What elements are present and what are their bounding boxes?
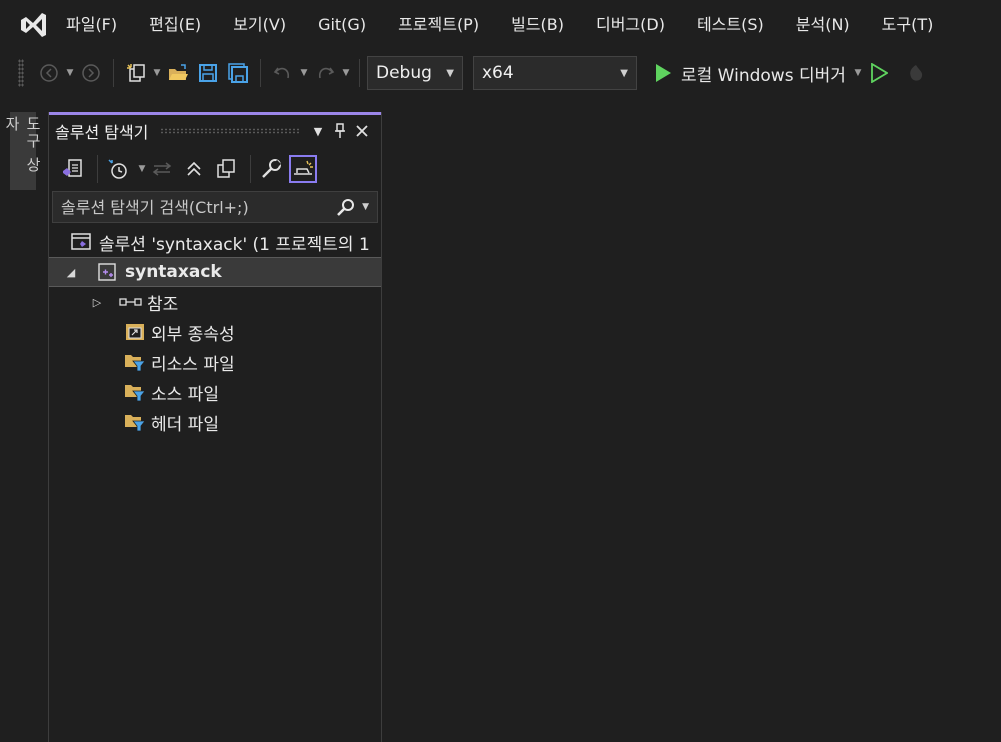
panel-title: 솔루션 탐색기 [55,123,149,142]
tree-node-external-dependencies[interactable]: 외부 종속성 [49,317,381,347]
solution-tree: 솔루션 'syntaxack' (1 프로젝트의 1 ◢ syntaxack ▷… [49,227,381,437]
menu-edit[interactable]: 편집(E) [133,0,217,50]
toolbar-grip[interactable] [18,59,24,87]
project-label: syntaxack [125,262,222,282]
save-icon[interactable] [196,61,220,85]
toolbox-tab[interactable]: 도구 상자 [3,112,42,190]
solution-explorer-search[interactable]: ▼ [52,191,378,223]
start-without-debugging-icon[interactable] [867,61,891,85]
tree-node-label: 외부 종속성 [151,324,235,345]
solution-explorer-panel: 솔루션 탐색기 ▼ ▼ 솔루션 탐색기 검색(Ctrl+;) ▼ 솔루션 'sy… [48,112,382,742]
show-all-files-icon[interactable] [212,155,240,183]
tree-node-label: 참조 [147,294,179,315]
save-all-icon[interactable] [226,61,250,85]
platform-value: x64 [482,63,514,83]
menu-git[interactable]: Git(G) [302,0,382,50]
menu-view[interactable]: 보기(V) [217,0,302,50]
solution-configuration-select[interactable]: Debug ▼ [367,56,463,90]
debug-target-dropdown-icon[interactable]: ▼ [852,61,864,85]
filter-folder-icon [123,381,147,403]
toolbar-separator [113,59,114,87]
properties-wrench-icon[interactable] [257,155,285,183]
menu-test[interactable]: 테스트(S) [681,0,780,50]
redo-dropdown-icon[interactable]: ▼ [340,61,352,85]
tree-node-references[interactable]: ▷ 참조 [49,287,381,317]
solution-platform-select[interactable]: x64 ▼ [473,56,637,90]
start-debugging-button[interactable]: 로컬 Windows 디버거 [681,61,846,86]
preview-selected-items-icon[interactable] [289,155,317,183]
titlebar-grip [160,128,299,134]
toolbox-tab-label: 도구 상자 [3,116,42,174]
open-folder-icon[interactable] [166,61,190,85]
undo-icon[interactable] [271,61,295,85]
pending-changes-dropdown-icon[interactable]: ▼ [136,157,148,181]
solution-node[interactable]: 솔루션 'syntaxack' (1 프로젝트의 1 [49,227,381,257]
window-position-dropdown-icon[interactable]: ▼ [307,120,329,142]
standard-toolbar: ▼ ▼ ▼ ▼ Debug ▼ x64 ▼ 로컬 Windows 디버거 ▼ [0,54,1001,92]
collapsed-triangle-icon[interactable]: ▷ [89,296,105,309]
menu-build[interactable]: 빌드(B) [495,0,580,50]
tree-node-label: 소스 파일 [151,384,219,405]
menu-debug[interactable]: 디버그(D) [580,0,681,50]
pending-changes-filter-icon[interactable] [104,155,132,183]
redo-icon[interactable] [313,61,337,85]
new-project-dropdown-icon[interactable]: ▼ [151,61,163,85]
search-icon[interactable] [336,197,356,217]
external-dependencies-icon [123,321,147,343]
close-icon[interactable] [351,120,373,142]
navigate-back-icon[interactable] [37,61,61,85]
sync-with-active-document-icon[interactable] [148,155,176,183]
toolbar-separator [260,59,261,87]
tree-node-source-files[interactable]: 소스 파일 [49,377,381,407]
menu-project[interactable]: 프로젝트(P) [382,0,495,50]
toolbar-separator [359,59,360,87]
configuration-value: Debug [376,63,432,83]
visual-studio-logo-icon[interactable] [16,8,50,42]
search-input[interactable] [61,197,337,217]
switch-views-icon[interactable] [59,155,87,183]
toolbar-separator [97,155,98,183]
tree-node-label: 헤더 파일 [151,414,219,435]
start-debugging-icon[interactable] [651,61,675,85]
solution-icon [69,231,93,253]
menu-file[interactable]: 파일(F) [66,0,133,50]
menu-analyze[interactable]: 분석(N) [780,0,866,50]
collapse-all-icon[interactable] [180,155,208,183]
toolbar-separator [250,155,251,183]
chevron-down-icon: ▼ [620,67,628,79]
expanded-triangle-icon[interactable]: ◢ [63,266,79,279]
filter-folder-icon [123,411,147,433]
search-options-dropdown-icon[interactable]: ▼ [362,202,369,212]
undo-dropdown-icon[interactable]: ▼ [298,61,310,85]
cpp-project-icon [95,261,119,283]
hot-reload-icon[interactable] [904,61,928,85]
menu-tools[interactable]: 도구(T) [866,0,950,50]
tree-node-header-files[interactable]: 헤더 파일 [49,407,381,437]
tree-node-resource-files[interactable]: 리소스 파일 [49,347,381,377]
filter-folder-icon [123,351,147,373]
solution-explorer-toolbar: ▼ [49,147,381,191]
references-icon [119,291,143,313]
new-project-icon[interactable] [124,61,148,85]
tree-node-label: 리소스 파일 [151,354,235,375]
pin-icon[interactable] [329,120,351,142]
navigate-back-dropdown-icon[interactable]: ▼ [64,61,76,85]
project-node[interactable]: ◢ syntaxack [49,257,381,287]
chevron-down-icon: ▼ [446,67,454,79]
solution-label: 솔루션 'syntaxack' (1 프로젝트의 1 [99,234,370,255]
solution-explorer-titlebar[interactable]: 솔루션 탐색기 ▼ [49,115,381,147]
menu-bar: 파일(F) 편집(E) 보기(V) Git(G) 프로젝트(P) 빌드(B) 디… [0,0,1001,50]
navigate-forward-icon[interactable] [79,61,103,85]
